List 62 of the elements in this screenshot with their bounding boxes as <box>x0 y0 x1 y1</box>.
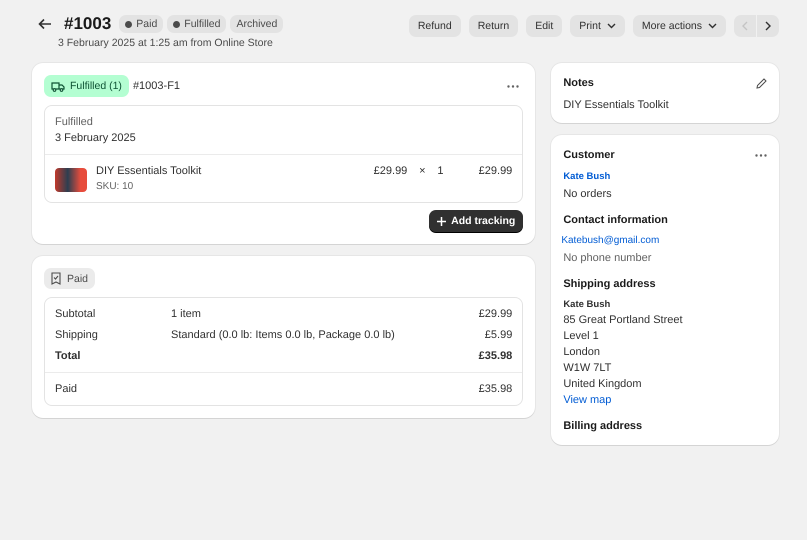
add-tracking-button[interactable]: Add tracking <box>429 210 524 232</box>
order-subtitle: 3 February 2025 at 1:25 am from Online Store <box>58 37 274 49</box>
view-map-link[interactable]: View map <box>563 394 767 406</box>
action-button[interactable]: Edit <box>526 15 562 37</box>
quantity: 1 <box>437 165 444 177</box>
unit-price: £29.99 <box>372 165 408 177</box>
address-line: W1W 7LT <box>563 362 612 374</box>
summary-amount: £29.99 <box>478 308 512 320</box>
paid-label: Paid <box>55 383 78 395</box>
summary-amount: £5.99 <box>484 329 512 341</box>
chevron-left-icon <box>742 21 748 31</box>
order-count: No orders <box>563 188 613 200</box>
action-button[interactable]: More actions <box>632 15 726 37</box>
receipt-icon <box>51 272 61 285</box>
more-icon[interactable] <box>755 154 767 156</box>
chevron-right-icon <box>765 21 771 31</box>
shipping-heading: Shipping address <box>563 278 657 290</box>
billing-heading: Billing address <box>563 420 644 432</box>
more-icon[interactable] <box>507 84 520 88</box>
product-sku: SKU: 10 <box>96 181 134 192</box>
action-button[interactable]: Refund <box>408 15 461 37</box>
pencil-icon[interactable] <box>756 78 767 88</box>
line-total: £29.99 <box>478 165 512 177</box>
status-badge: Archived <box>230 15 284 33</box>
address-line: London <box>563 346 602 358</box>
customer-name-link[interactable]: Kate Bush <box>563 171 767 182</box>
action-button[interactable]: Print <box>570 15 625 37</box>
product-thumbnail <box>55 168 87 192</box>
fulfillment-state: Fulfilled <box>55 116 94 128</box>
address-line: Level 1 <box>563 330 600 342</box>
status-badge: Fulfilled <box>167 15 226 33</box>
email-link[interactable]: Katebush@gmail.com <box>561 235 767 246</box>
summary-label: Shipping <box>55 329 99 341</box>
contact-heading: Contact information <box>563 214 669 226</box>
notes-text: DIY Essentials Toolkit <box>563 99 670 111</box>
address-line: 85 Great Portland Street <box>563 314 684 326</box>
address-name: Kate Bush <box>563 299 612 310</box>
plus-icon <box>437 216 446 226</box>
fulfillment-id: #1003-F1 <box>132 80 180 92</box>
status-badge: Paid <box>119 15 164 33</box>
paid-amount: £35.98 <box>478 383 512 395</box>
times-sign: × <box>418 165 427 177</box>
notes-title: Notes <box>563 77 594 89</box>
product-name: DIY Essentials Toolkit <box>96 165 202 177</box>
fulfillment-date: 3 February 2025 <box>55 132 137 144</box>
address-line: United Kingdom <box>563 378 643 390</box>
phone-text: No phone number <box>563 252 652 264</box>
order-title: #1003 <box>64 14 112 34</box>
chevron-down-icon <box>708 23 717 29</box>
action-button[interactable]: Return <box>468 15 518 37</box>
fulfilled-badge: Fulfilled (1) <box>44 75 129 97</box>
summary-amount: £35.98 <box>478 350 512 362</box>
summary-label: Subtotal <box>55 308 96 320</box>
summary-detail: Standard (0.0 lb: Items 0.0 lb, Package 0.0 lb) <box>171 329 396 341</box>
back-arrow-icon[interactable] <box>38 18 52 30</box>
summary-detail: 1 item <box>171 308 202 320</box>
truck-icon <box>51 80 65 92</box>
summary-label: Total <box>55 350 82 362</box>
customer-title: Customer <box>563 149 615 161</box>
paid-badge: Paid <box>44 268 96 289</box>
next-button[interactable] <box>757 15 779 37</box>
chevron-down-icon <box>606 23 616 29</box>
